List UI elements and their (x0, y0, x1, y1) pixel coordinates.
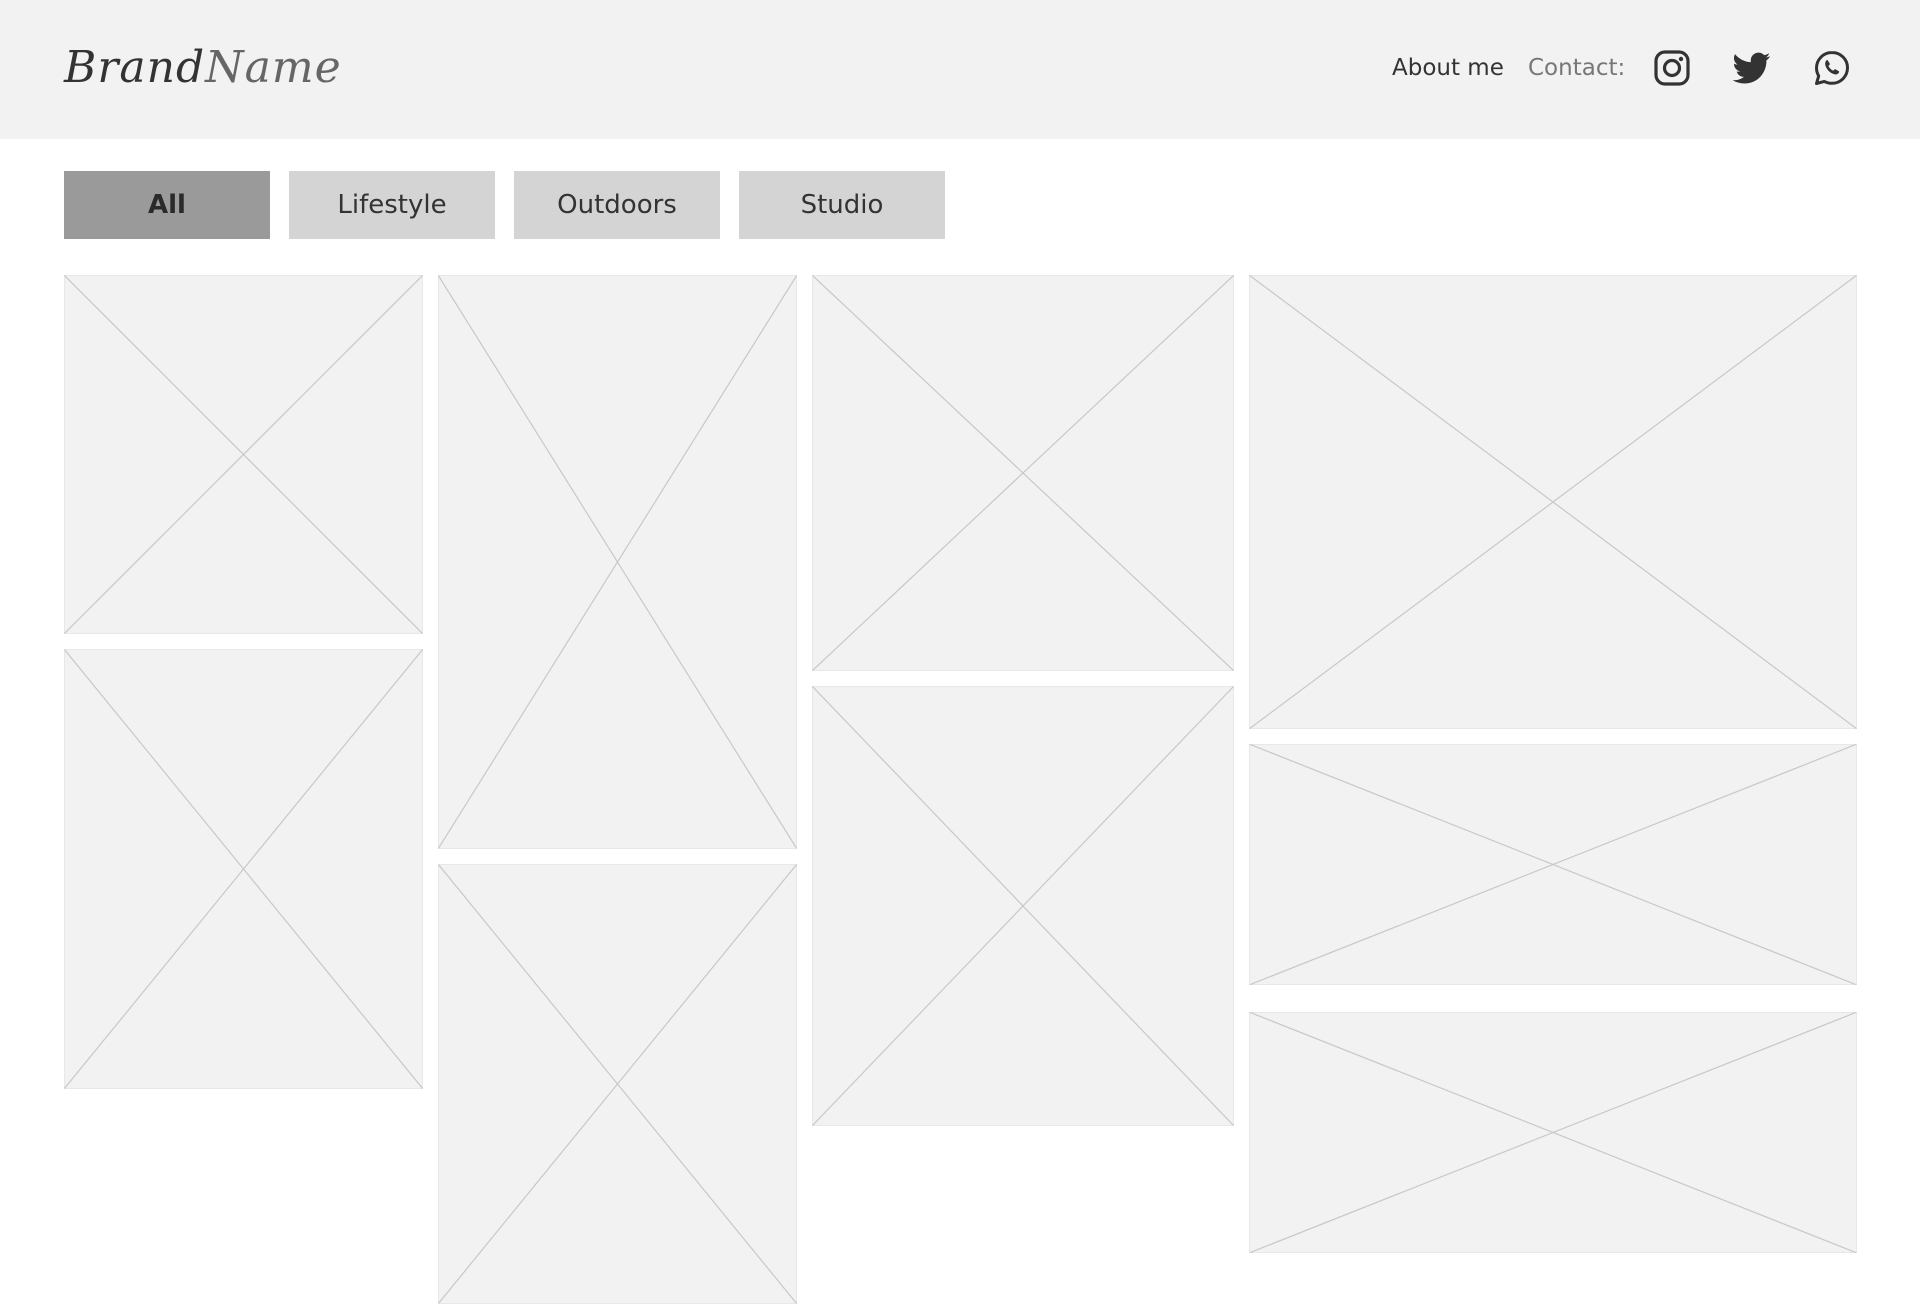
contact-label: Contact: (1528, 55, 1626, 81)
twitter-link[interactable] (1733, 49, 1771, 87)
whatsapp-icon (1815, 51, 1849, 85)
image-placeholder-icon (438, 864, 797, 1304)
image-placeholder-icon (812, 686, 1234, 1126)
brand-name-first: Brand (64, 42, 206, 93)
image-placeholder-icon (64, 275, 423, 634)
image-placeholder-icon (1249, 1012, 1857, 1253)
gallery-image-placeholder[interactable] (1249, 1012, 1857, 1253)
gallery-image-placeholder[interactable] (812, 275, 1234, 671)
instagram-icon (1654, 50, 1690, 86)
gallery-image-placeholder[interactable] (438, 275, 797, 849)
image-placeholder-icon (64, 649, 423, 1089)
brand-logo[interactable]: BrandName (64, 38, 342, 98)
tab-lifestyle-label: Lifestyle (337, 190, 447, 220)
gallery-image-placeholder[interactable] (64, 275, 423, 634)
brand-name-second: Name (205, 42, 342, 93)
image-placeholder-icon (1249, 744, 1857, 985)
image-placeholder-icon (1249, 275, 1857, 729)
tab-lifestyle[interactable]: Lifestyle (289, 171, 495, 239)
tab-studio[interactable]: Studio (739, 171, 945, 239)
tab-outdoors[interactable]: Outdoors (514, 171, 720, 239)
gallery-image-placeholder[interactable] (812, 686, 1234, 1126)
about-me-link[interactable]: About me (1392, 53, 1504, 83)
instagram-link[interactable] (1653, 49, 1691, 87)
tab-outdoors-label: Outdoors (557, 190, 677, 220)
image-placeholder-icon (812, 275, 1234, 671)
image-placeholder-icon (438, 275, 797, 849)
tab-all-label: All (148, 190, 186, 220)
gallery-image-placeholder[interactable] (1249, 744, 1857, 985)
gallery-image-placeholder[interactable] (438, 864, 797, 1304)
gallery-image-placeholder[interactable] (1249, 275, 1857, 729)
whatsapp-link[interactable] (1813, 49, 1851, 87)
site-header: BrandName About me Contact: (0, 0, 1920, 139)
tab-all[interactable]: All (64, 171, 270, 239)
tab-studio-label: Studio (800, 190, 884, 220)
twitter-icon (1733, 52, 1771, 84)
gallery-image-placeholder[interactable] (64, 649, 423, 1089)
